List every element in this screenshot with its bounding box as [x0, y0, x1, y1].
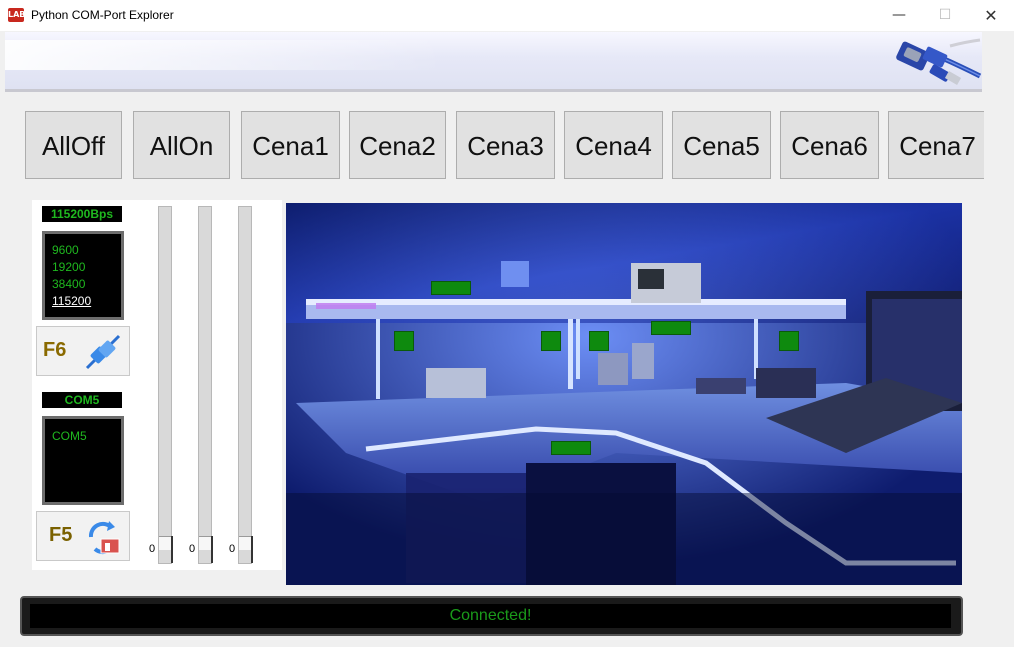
- minimize-button[interactable]: —: [876, 0, 922, 31]
- title-bar: LAB Python COM-Port Explorer — ☐ ✕: [0, 0, 1014, 31]
- baud-rate-list[interactable]: 9600 19200 38400 115200: [42, 231, 124, 320]
- scene-button-cena1[interactable]: Cena1: [241, 111, 340, 179]
- com-port-list[interactable]: COM5: [42, 416, 124, 505]
- maximize-button[interactable]: ☐: [922, 0, 968, 31]
- lab-scene-image: [286, 203, 962, 585]
- baud-option-selected[interactable]: 115200: [52, 293, 121, 310]
- light-toggle-button[interactable]: [541, 331, 561, 351]
- window-title: Python COM-Port Explorer: [31, 8, 174, 22]
- slider-3[interactable]: [238, 206, 253, 564]
- slider-thumb[interactable]: [159, 536, 171, 550]
- scene-button-cena3[interactable]: Cena3: [456, 111, 555, 179]
- slider-3-value: 0: [229, 543, 236, 555]
- scene-button-cena7[interactable]: Cena7: [888, 111, 987, 179]
- light-toggle-button[interactable]: [779, 331, 799, 351]
- f5-label: F5: [49, 524, 73, 546]
- scene-button-cena5[interactable]: Cena5: [672, 111, 771, 179]
- slider-1[interactable]: [158, 206, 173, 564]
- f6-label: F6: [43, 339, 67, 361]
- com-option[interactable]: COM5: [52, 428, 121, 445]
- refresh-icon: [88, 521, 120, 555]
- slider-thumb[interactable]: [199, 536, 211, 550]
- header-banner: [5, 32, 982, 92]
- scene-button-cena2[interactable]: Cena2: [349, 111, 446, 179]
- com-port-label: COM5: [42, 392, 122, 408]
- slider-2[interactable]: [198, 206, 213, 564]
- right-margin: [984, 89, 1014, 647]
- lab-photo: [286, 203, 962, 585]
- light-toggle-button[interactable]: [589, 331, 609, 351]
- slider-1-value: 0: [149, 543, 156, 555]
- baud-option[interactable]: 9600: [52, 242, 121, 259]
- scene-button-allon[interactable]: AllOn: [133, 111, 230, 179]
- baud-option[interactable]: 19200: [52, 259, 121, 276]
- baud-option[interactable]: 38400: [52, 276, 121, 293]
- baud-rate-label: 115200Bps: [42, 206, 122, 222]
- connect-plug-icon: [85, 334, 121, 370]
- light-toggle-button[interactable]: [394, 331, 414, 351]
- serial-usb-cable-icon: [896, 38, 982, 85]
- status-bar: Connected!: [20, 596, 963, 636]
- light-toggle-button[interactable]: [431, 281, 471, 295]
- refresh-button[interactable]: F5: [36, 511, 130, 561]
- light-toggle-button[interactable]: [551, 441, 591, 455]
- close-button[interactable]: ✕: [968, 0, 1014, 31]
- scene-button-alloff[interactable]: AllOff: [25, 111, 122, 179]
- app-icon: LAB: [8, 8, 25, 22]
- status-text: Connected!: [30, 604, 951, 628]
- light-toggle-button[interactable]: [651, 321, 691, 335]
- slider-2-value: 0: [189, 543, 196, 555]
- connect-button[interactable]: F6: [36, 326, 130, 376]
- scene-button-cena6[interactable]: Cena6: [780, 111, 879, 179]
- scene-button-cena4[interactable]: Cena4: [564, 111, 663, 179]
- slider-thumb[interactable]: [239, 536, 251, 550]
